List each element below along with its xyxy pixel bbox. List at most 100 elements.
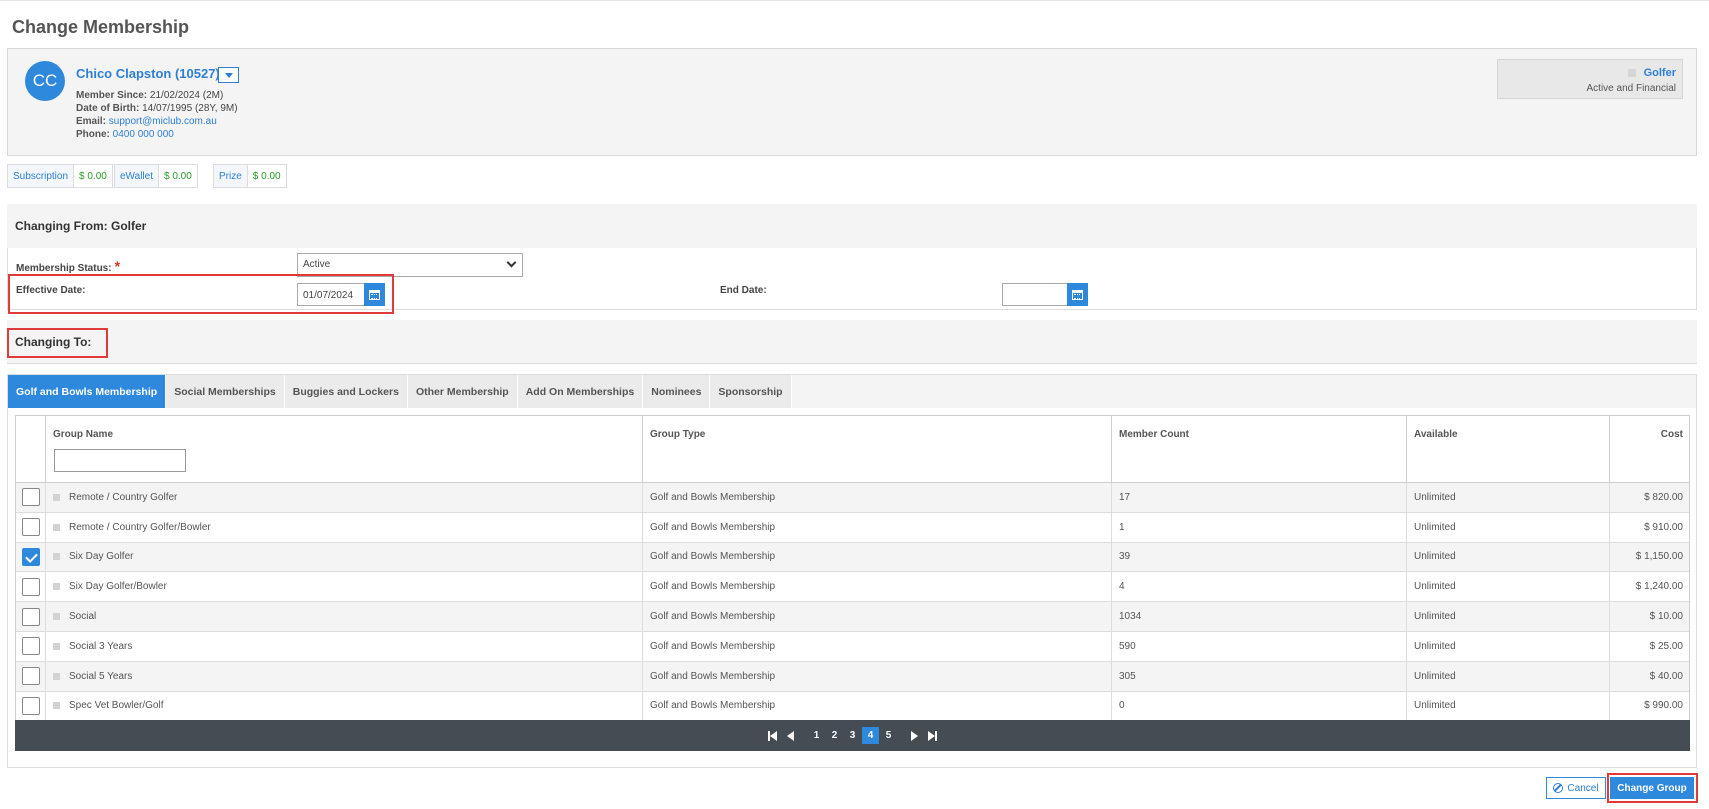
row-select-cell[interactable] xyxy=(16,512,46,542)
table-row[interactable]: Remote / Country Golfer/Bowler Golf and B… xyxy=(16,512,1689,543)
group-name-cell: Six Day Golfer xyxy=(46,542,643,572)
changing-to-highlight xyxy=(7,328,108,358)
next-page-button[interactable] xyxy=(906,727,923,744)
membership-type-link[interactable]: Golfer xyxy=(1644,67,1676,79)
row-checkbox[interactable] xyxy=(21,577,40,596)
changing-from-header: Changing From: Golfer xyxy=(7,204,1697,248)
prize-balance[interactable]: Prize $ 0.00 xyxy=(213,164,287,188)
group-type-cell: Golf and Bowls Membership xyxy=(643,483,1112,512)
ewallet-balance[interactable]: eWallet $ 0.00 xyxy=(114,164,198,188)
group-name-cell: Spec Vet Bowler/Golf xyxy=(46,691,643,721)
row-select-cell[interactable] xyxy=(16,602,46,631)
group-type-cell: Golf and Bowls Membership xyxy=(643,542,1112,572)
member-name-link[interactable]: Chico Clapston (10527) xyxy=(76,66,220,81)
table-row[interactable]: Social 5 Years Golf and Bowls Membership 3… xyxy=(16,661,1689,692)
row-checkbox[interactable] xyxy=(21,667,40,686)
table-row[interactable]: Remote / Country Golfer Golf and Bowls Me… xyxy=(16,483,1689,513)
row-select-cell[interactable] xyxy=(16,661,46,691)
page-4-button[interactable]: 4 xyxy=(862,727,879,744)
page-5-button[interactable]: 5 xyxy=(880,727,897,744)
row-select-cell[interactable] xyxy=(16,542,46,572)
group-name-cell: Social 5 Years xyxy=(46,661,643,691)
subscription-balance[interactable]: Subscription $ 0.00 xyxy=(7,164,113,188)
row-checkbox[interactable] xyxy=(21,518,40,537)
last-page-button[interactable] xyxy=(924,727,941,744)
page-3-button[interactable]: 3 xyxy=(844,727,861,744)
avatar: CC xyxy=(25,61,65,101)
row-checkbox[interactable] xyxy=(21,488,40,507)
prev-page-button[interactable] xyxy=(782,727,799,744)
member-count-cell: 17 xyxy=(1112,483,1407,512)
square-icon xyxy=(53,493,60,501)
available-header[interactable]: Available xyxy=(1407,416,1610,482)
group-name-filter-input[interactable] xyxy=(54,449,186,472)
member-count-cell: 590 xyxy=(1112,631,1407,661)
group-name-cell: Remote / Country Golfer xyxy=(46,483,643,512)
square-icon xyxy=(53,553,60,561)
tab-buggies-and-lockers[interactable]: Buggies and Lockers xyxy=(284,375,408,408)
row-select-cell[interactable] xyxy=(16,631,46,661)
page-1-button[interactable]: 1 xyxy=(808,727,825,744)
tab-social-memberships[interactable]: Social Memberships xyxy=(166,375,285,408)
first-page-button[interactable] xyxy=(764,727,781,744)
table-row[interactable]: Six Day Golfer/Bowler Golf and Bowls Memb… xyxy=(16,572,1689,603)
tab-add-on-memberships[interactable]: Add On Memberships xyxy=(517,375,644,408)
select-column-header xyxy=(16,416,46,482)
group-type-cell: Golf and Bowls Membership xyxy=(643,691,1112,721)
tab-sponsorship[interactable]: Sponsorship xyxy=(710,375,792,408)
square-icon xyxy=(53,642,60,650)
table-row[interactable]: Social Golf and Bowls Membership 1034 Unlim… xyxy=(16,602,1689,632)
member-menu-dropdown[interactable] xyxy=(218,67,239,83)
group-type-cell: Golf and Bowls Membership xyxy=(643,661,1112,691)
square-icon xyxy=(53,613,60,621)
table-row[interactable]: Six Day Golfer Golf and Bowls Membership 3… xyxy=(16,542,1689,573)
available-cell: Unlimited xyxy=(1407,483,1610,512)
grid-header: Group Name Group Type Member Count Avail… xyxy=(16,416,1689,483)
group-type-cell: Golf and Bowls Membership xyxy=(643,631,1112,661)
member-count-cell: 1034 xyxy=(1112,602,1407,631)
ban-icon xyxy=(1553,783,1564,793)
cost-cell: $ 1,150.00 xyxy=(1635,551,1683,563)
row-checkbox[interactable] xyxy=(21,607,40,626)
row-select-cell[interactable] xyxy=(16,691,46,721)
tab-other-membership[interactable]: Other Membership xyxy=(407,375,518,408)
available-cell: Unlimited xyxy=(1407,691,1610,721)
row-checkbox[interactable] xyxy=(21,547,40,566)
calendar-icon xyxy=(1072,289,1083,300)
phone-link[interactable]: 0400 000 000 xyxy=(113,129,174,140)
table-row[interactable]: Social 3 Years Golf and Bowls Membership 5… xyxy=(16,631,1689,662)
end-date-calendar-button[interactable] xyxy=(1067,283,1088,306)
page-2-button[interactable]: 2 xyxy=(826,727,843,744)
group-name-cell: Social 3 Years xyxy=(46,631,643,661)
member-count-header[interactable]: Member Count xyxy=(1112,416,1407,482)
cost-cell: $ 820.00 xyxy=(1644,491,1683,503)
cost-header[interactable]: Cost xyxy=(1610,416,1690,482)
square-icon xyxy=(1627,69,1636,77)
end-date-input[interactable] xyxy=(1002,283,1068,306)
row-checkbox[interactable] xyxy=(21,637,40,656)
member-details: Member Since: 21/02/2024 (2M) Date of Bi… xyxy=(76,90,238,140)
changing-to-header: Changing To: xyxy=(7,320,1697,364)
group-name-cell: Social xyxy=(46,602,643,631)
group-type-header[interactable]: Group Type xyxy=(643,416,1112,482)
square-icon xyxy=(53,702,60,710)
group-name-header[interactable]: Group Name xyxy=(46,416,643,482)
membership-status-label: Membership Status: * xyxy=(16,258,121,274)
table-row[interactable]: Spec Vet Bowler/Golf Golf and Bowls Membe… xyxy=(16,691,1689,722)
changing-from-title: Changing From: Golfer xyxy=(15,219,147,233)
row-select-cell[interactable] xyxy=(16,483,46,512)
member-count-cell: 0 xyxy=(1112,691,1407,721)
row-checkbox[interactable] xyxy=(21,696,40,715)
tab-nominees[interactable]: Nominees xyxy=(643,375,711,408)
cancel-button[interactable]: Cancel xyxy=(1546,777,1606,799)
membership-group-grid: Group Name Group Type Member Count Avail… xyxy=(15,415,1690,723)
row-select-cell[interactable] xyxy=(16,572,46,602)
tab-golf-and-bowls[interactable]: Golf and Bowls Membership xyxy=(8,375,167,408)
caret-down-icon xyxy=(224,72,233,78)
square-icon xyxy=(53,523,60,531)
available-cell: Unlimited xyxy=(1407,542,1610,572)
email-link[interactable]: support@miclub.com.au xyxy=(109,116,217,127)
effective-date-highlight xyxy=(8,274,394,314)
square-icon xyxy=(53,583,60,591)
cost-cell: $ 10.00 xyxy=(1649,611,1683,623)
